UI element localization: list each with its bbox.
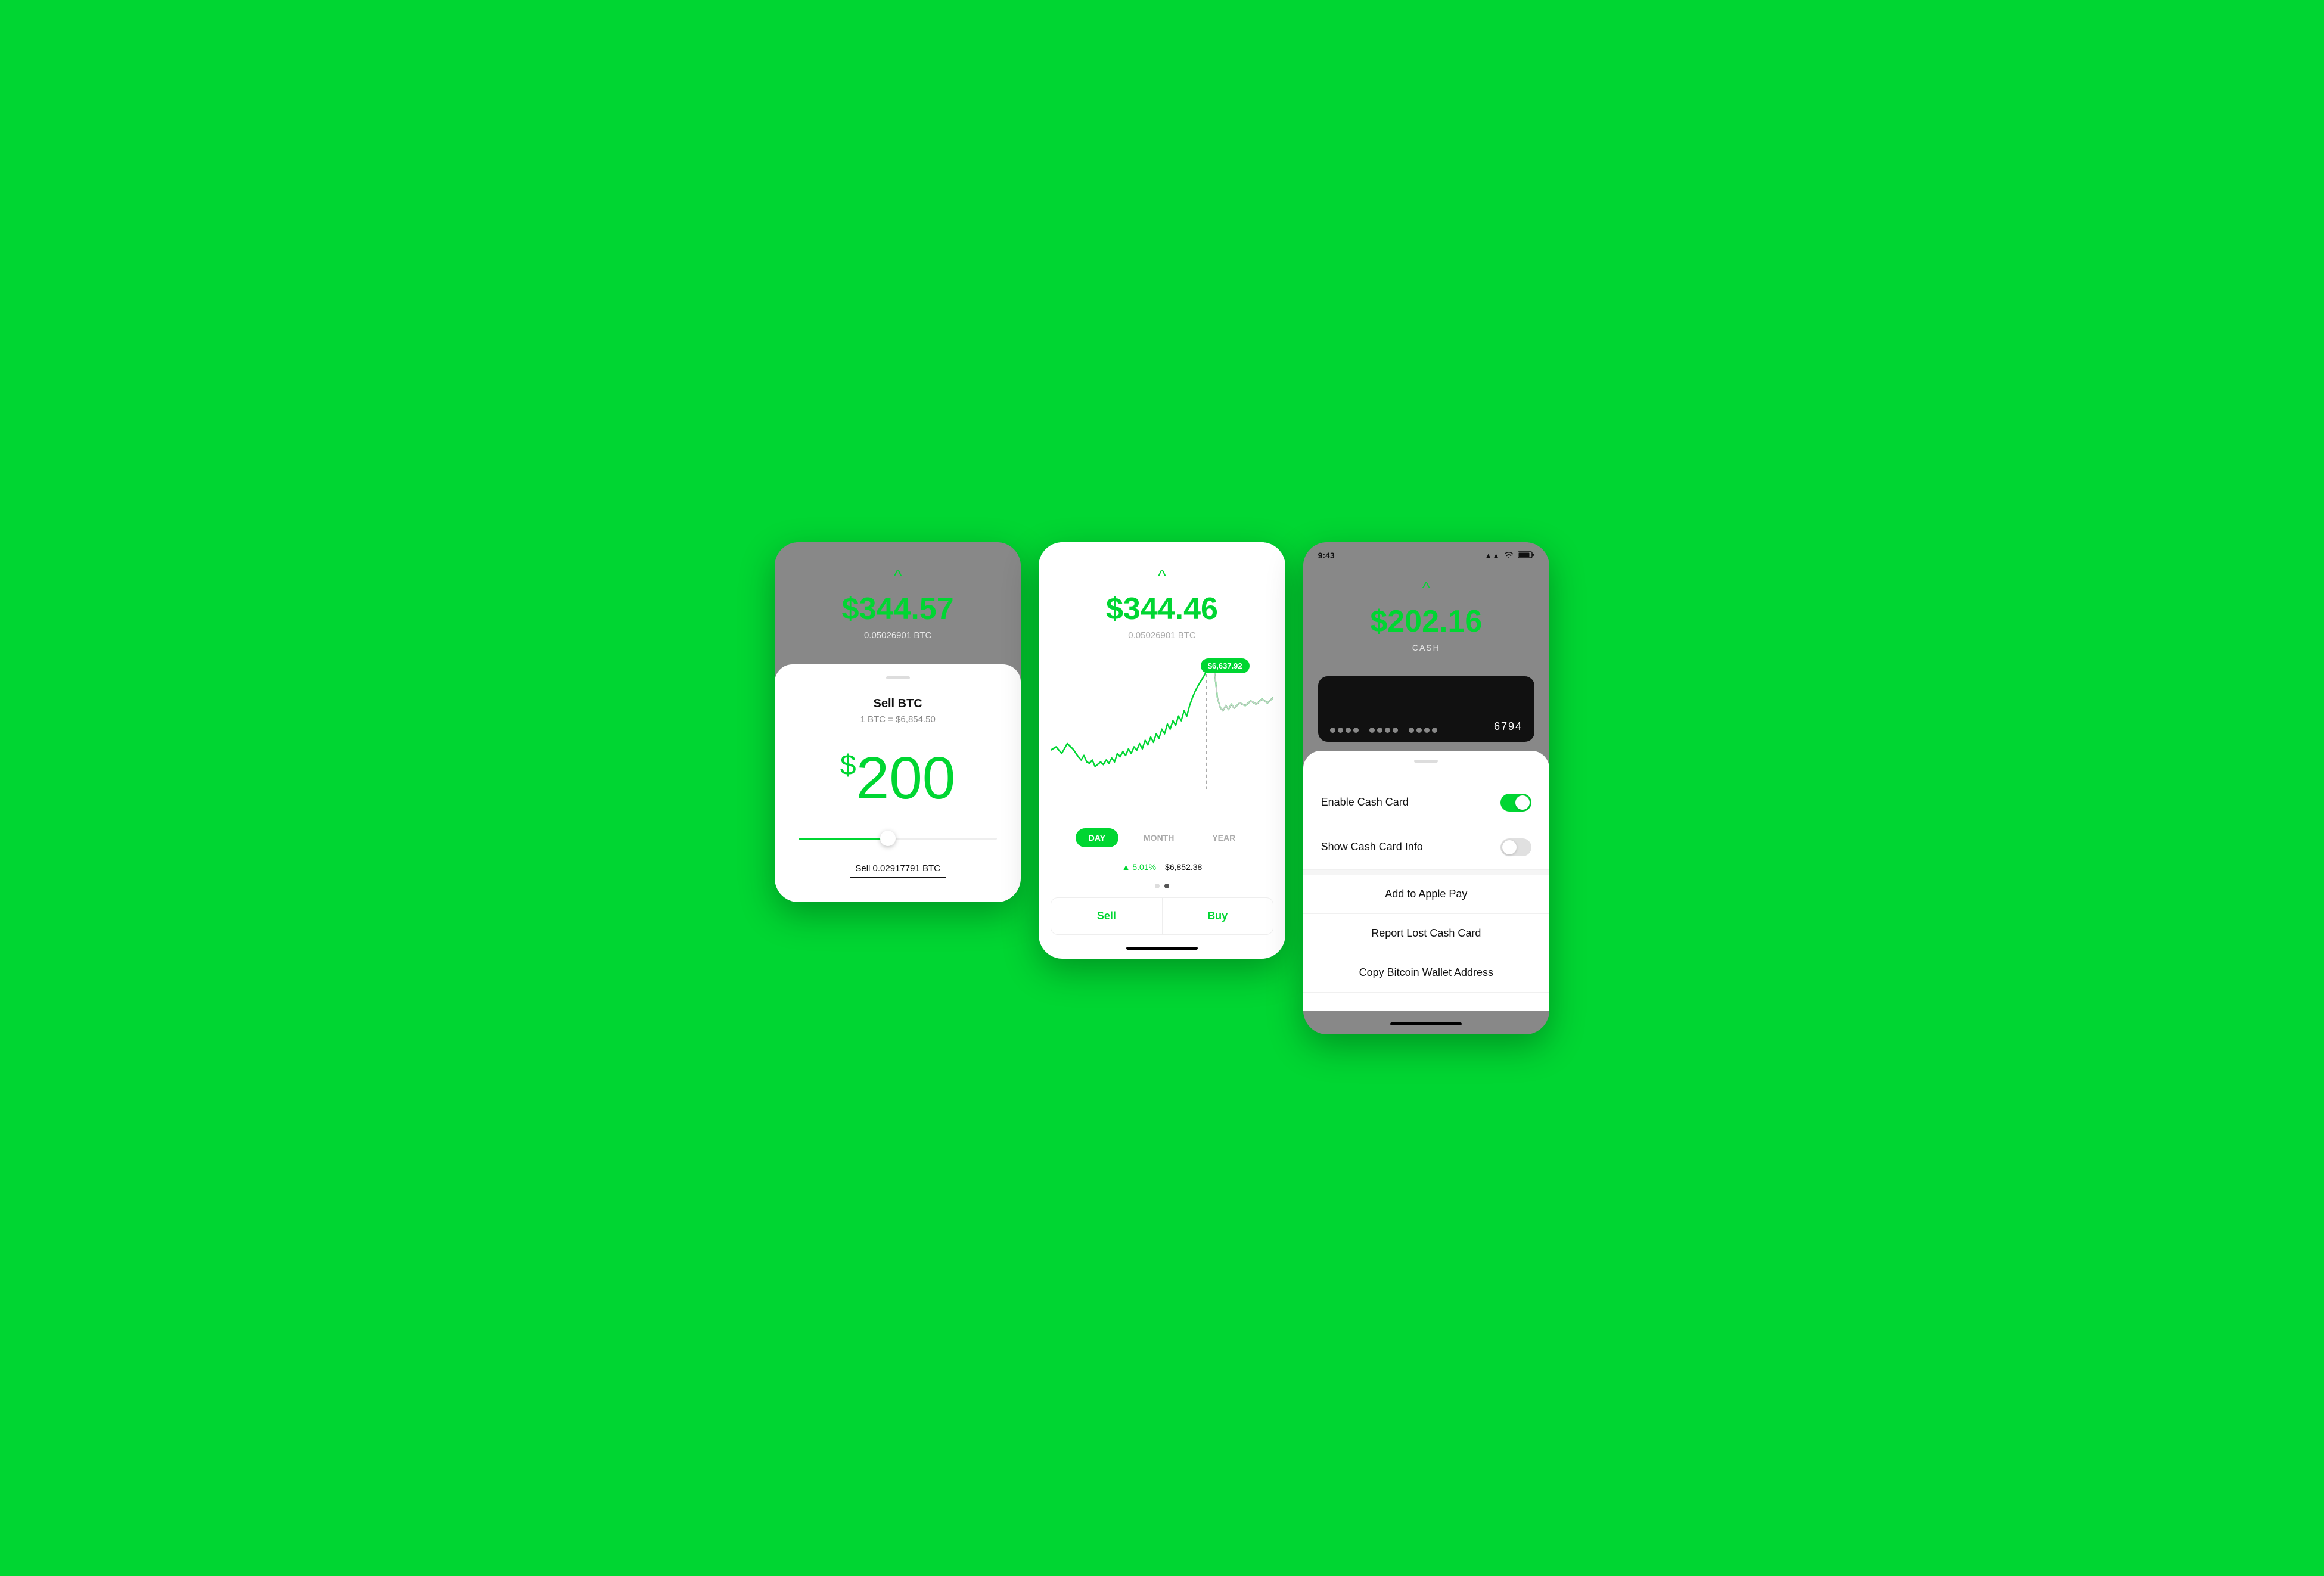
stats-row: ▲ 5.01% $6,852.38 [1039, 856, 1285, 878]
page-dots [1039, 878, 1285, 897]
sell-sheet: Sell BTC 1 BTC = $6,854.50 $200 Sell 0.0… [775, 664, 1021, 902]
bitcoin-chart [1051, 658, 1273, 789]
copy-bitcoin-wallet-address-label: Copy Bitcoin Wallet Address [1359, 966, 1493, 978]
card-dot [1353, 728, 1359, 733]
chart-area: $6,637.92 [1039, 652, 1285, 819]
btc-balance-2: $344.46 [1057, 591, 1267, 627]
status-bar: 9:43 ▲▲ [1303, 542, 1549, 567]
card-dot [1424, 728, 1430, 733]
card-dot [1330, 728, 1335, 733]
sell-amount: 200 [856, 745, 956, 812]
dollar-sign: $ [840, 750, 856, 781]
screen1-top: ^ $344.57 0.05026901 BTC [775, 542, 1021, 658]
cash-card-menu: Enable Cash Card Show Cash Card Info Add… [1303, 751, 1549, 1011]
dot-group-2 [1369, 728, 1398, 733]
sell-title: Sell BTC [793, 697, 1003, 711]
home-indicator [1390, 1022, 1462, 1025]
chevron-up-icon[interactable]: ^ [1321, 579, 1531, 598]
chart-tooltip: $6,637.92 [1201, 658, 1250, 673]
btc-amount: 0.05026901 BTC [793, 630, 1003, 641]
report-lost-cash-card-label: Report Lost Cash Card [1371, 927, 1481, 939]
current-price: $6,852.38 [1165, 862, 1202, 872]
show-cash-card-info-item[interactable]: Show Cash Card Info [1303, 825, 1549, 870]
add-to-apple-pay-label: Add to Apple Pay [1385, 888, 1467, 900]
dot-1 [1155, 884, 1160, 888]
dot-group-1 [1330, 728, 1359, 733]
screen2-top: ^ $344.46 0.05026901 BTC [1039, 542, 1285, 652]
enable-cash-card-toggle[interactable] [1500, 794, 1531, 812]
card-dot [1346, 728, 1351, 733]
status-time: 9:43 [1318, 551, 1335, 560]
tab-month[interactable]: MONTH [1130, 828, 1187, 847]
screen1-sell-btc: ^ $344.57 0.05026901 BTC Sell BTC 1 BTC … [775, 542, 1021, 902]
show-cash-card-info-label: Show Cash Card Info [1321, 841, 1423, 853]
card-dot [1385, 728, 1390, 733]
wifi-icon [1503, 551, 1514, 561]
screen3-cash-card: 9:43 ▲▲ [1303, 542, 1549, 1034]
tab-day[interactable]: DAY [1076, 828, 1118, 847]
toggle-thumb [1502, 840, 1517, 854]
cash-label: CASH [1321, 643, 1531, 652]
action-buttons: Sell Buy [1051, 897, 1273, 935]
card-dot [1409, 728, 1414, 733]
status-icons: ▲▲ [1484, 551, 1534, 561]
copy-bitcoin-wallet-address-item[interactable]: Copy Bitcoin Wallet Address [1303, 953, 1549, 993]
card-dot [1369, 728, 1375, 733]
card-dot [1377, 728, 1382, 733]
sheet-handle [1414, 760, 1438, 763]
cash-balance: $202.16 [1321, 604, 1531, 639]
screens-container: ^ $344.57 0.05026901 BTC Sell BTC 1 BTC … [775, 542, 1549, 1034]
screen3-top: ^ $202.16 CASH [1303, 567, 1549, 664]
slider-track [799, 838, 997, 840]
slider-thumb[interactable] [880, 831, 896, 846]
home-indicator [1126, 947, 1198, 950]
battery-icon [1518, 551, 1534, 561]
enable-cash-card-label: Enable Cash Card [1321, 796, 1409, 809]
amount-display: $200 [793, 748, 1003, 808]
signal-icon: ▲▲ [1484, 551, 1500, 560]
card-dot [1416, 728, 1422, 733]
price-change: ▲ 5.01% [1122, 862, 1156, 872]
enable-cash-card-item[interactable]: Enable Cash Card [1303, 781, 1549, 825]
slider-fill [799, 838, 888, 840]
card-number-dots [1330, 728, 1437, 733]
card-dot [1393, 728, 1398, 733]
amount-slider[interactable] [793, 838, 1003, 840]
chevron-up-icon[interactable]: ^ [1057, 566, 1267, 585]
report-lost-cash-card-item[interactable]: Report Lost Cash Card [1303, 914, 1549, 953]
screen2-btc-chart: ^ $344.46 0.05026901 BTC $6,637.92 DAY M… [1039, 542, 1285, 959]
period-tabs: DAY MONTH YEAR [1039, 819, 1285, 856]
cash-card-display: 6794 [1318, 676, 1534, 742]
menu-divider [1303, 870, 1549, 875]
dot-group-3 [1409, 728, 1437, 733]
chevron-up-icon[interactable]: ^ [793, 566, 1003, 585]
buy-button[interactable]: Buy [1163, 898, 1273, 934]
card-last-digits: 6794 [1494, 720, 1523, 733]
tab-year[interactable]: YEAR [1199, 828, 1248, 847]
sell-amount-underline [850, 877, 946, 878]
sell-btc-amount: Sell 0.02917791 BTC [793, 863, 1003, 874]
card-dot [1432, 728, 1437, 733]
sell-rate: 1 BTC = $6,854.50 [793, 714, 1003, 725]
dot-2 [1164, 884, 1169, 888]
btc-amount-2: 0.05026901 BTC [1057, 630, 1267, 641]
card-dot [1338, 728, 1343, 733]
sheet-handle [886, 676, 910, 679]
sell-button[interactable]: Sell [1051, 898, 1162, 934]
btc-balance: $344.57 [793, 591, 1003, 627]
add-to-apple-pay-item[interactable]: Add to Apple Pay [1303, 875, 1549, 914]
toggle-thumb [1515, 795, 1530, 810]
show-cash-card-info-toggle[interactable] [1500, 838, 1531, 856]
